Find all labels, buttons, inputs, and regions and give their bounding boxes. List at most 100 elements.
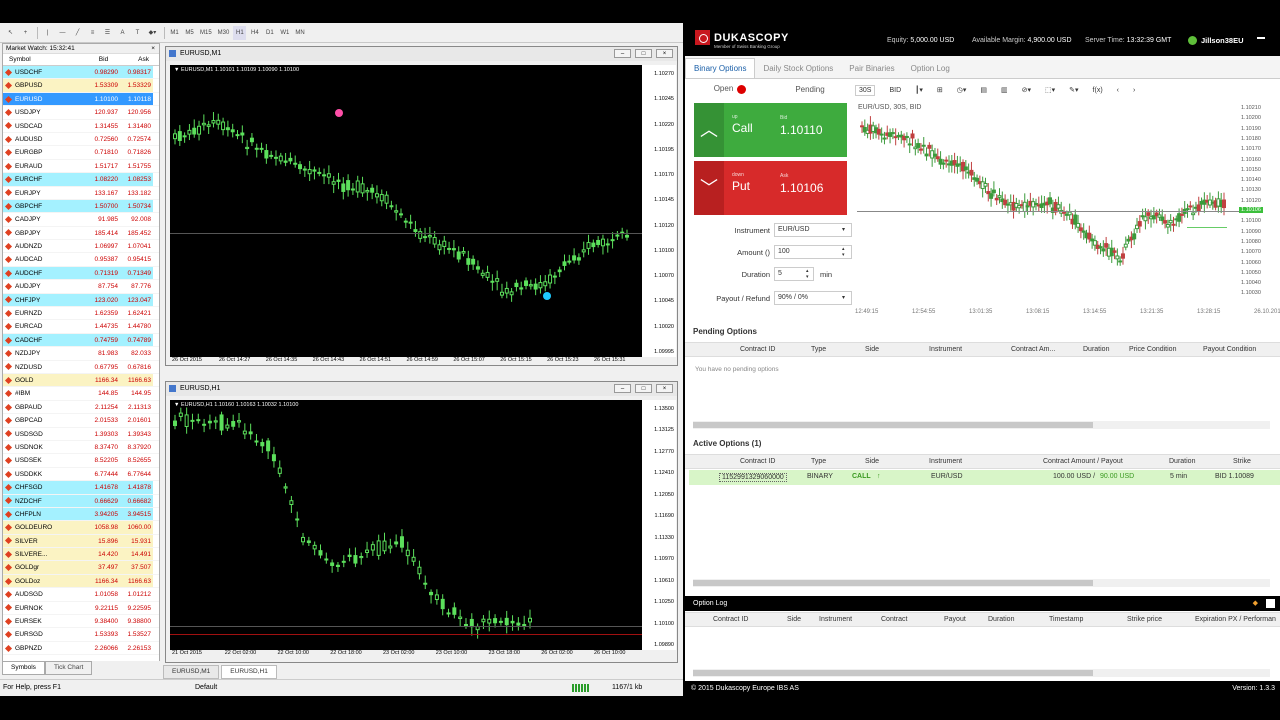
list-item[interactable]: EURSEK 9.38400 9.38800 [3, 615, 159, 629]
list-item[interactable]: GOLD 1166.34 1166.63 [3, 373, 159, 388]
block-icon[interactable]: ⊘▾ [1022, 86, 1031, 94]
column-header[interactable]: Instrument [929, 346, 962, 353]
list-item[interactable]: GOLDoz 1166.34 1166.63 [3, 574, 159, 589]
clock-icon[interactable]: ◷▾ [957, 86, 967, 94]
label-icon[interactable]: T [131, 26, 144, 40]
list-item[interactable]: CADCHF 0.74759 0.74789 [3, 333, 159, 348]
amount-input[interactable]: 100 [774, 245, 852, 259]
table-row[interactable]: 1152991329060000 BINARY CALL ↑ EUR/USD 1… [689, 470, 1280, 485]
maximize-icon[interactable]: □ [635, 384, 652, 393]
subtab-open[interactable]: Open [690, 84, 770, 94]
side-select[interactable]: BID [889, 87, 901, 94]
maximize-icon[interactable] [1266, 599, 1275, 608]
list-item[interactable]: USDCAD 1.31455 1.31480 [3, 120, 159, 133]
list-item[interactable]: AUDSGD 1.01058 1.01212 [3, 588, 159, 602]
list-item[interactable]: AUDUSD 0.72560 0.72574 [3, 133, 159, 147]
tab-daily-stock-options[interactable]: Daily Stock Options [755, 59, 841, 78]
candle-icon[interactable]: ┃▾ [915, 86, 923, 94]
scrollbar[interactable] [693, 579, 1270, 587]
scrollbar[interactable] [693, 669, 1270, 677]
stepper-icon[interactable]: ▴ ▾ [806, 268, 809, 280]
list-item[interactable]: EURAUD 1.51717 1.51755 [3, 160, 159, 174]
list-item[interactable]: CADJPY 91.985 92.008 [3, 213, 159, 227]
column-header[interactable]: Type [811, 458, 826, 465]
column-header[interactable]: Duration [1169, 458, 1195, 465]
list-item[interactable]: USDNOK 8.37470 8.37920 [3, 441, 159, 455]
list-item[interactable]: EURCHF 1.08220 1.08253 [3, 173, 159, 187]
column-header[interactable]: Side [787, 616, 801, 623]
list-item[interactable]: GOLDgr 37.497 37.507 [3, 561, 159, 575]
tf-m5[interactable]: M5 [183, 26, 196, 40]
column-header[interactable]: Payout Condition [1203, 346, 1256, 353]
tf-d1[interactable]: D1 [263, 26, 276, 40]
list-item[interactable]: SILVERE... 14.420 14.491 [3, 548, 159, 562]
column-header[interactable]: Contract ID [740, 346, 775, 353]
list-item[interactable]: EURJPY 133.167 133.182 [3, 187, 159, 200]
column-header[interactable]: Side [865, 458, 879, 465]
crosshair-icon[interactable]: + [19, 26, 32, 40]
list-item[interactable]: CHFSGD 1.41678 1.41878 [3, 481, 159, 495]
instrument-select[interactable]: EUR/USD [774, 223, 852, 237]
list-item[interactable]: AUDNZD 1.06997 1.07041 [3, 240, 159, 254]
tf-m30[interactable]: M30 [216, 26, 232, 40]
arrow-right-icon[interactable]: › [1133, 87, 1135, 94]
list-item[interactable]: AUDJPY 87.754 87.776 [3, 280, 159, 294]
column-header[interactable]: Contract [881, 616, 907, 623]
horizontal-line-icon[interactable]: — [56, 26, 69, 40]
put-button[interactable]: ﹀ down Put Ask 1.10106 [694, 161, 847, 215]
list-item[interactable]: GBPAUD 2.11254 2.11313 [3, 401, 159, 415]
list-item[interactable]: GOLDEURO 1058.98 1060.00 [3, 521, 159, 535]
add-indicator-icon[interactable]: ⊞ [937, 86, 943, 94]
column-header[interactable]: Strike price [1127, 616, 1162, 623]
user-menu[interactable]: Jillson38EU [1188, 36, 1244, 45]
list-item[interactable]: USDSGD 1.39303 1.39343 [3, 428, 159, 441]
pen-icon[interactable]: ✎▾ [1069, 86, 1078, 94]
list-item[interactable]: NZDCHF 0.66629 0.66682 [3, 494, 159, 508]
column-header[interactable]: Contract ID [713, 616, 748, 623]
chart-tab-h1[interactable]: EURUSD,H1 [221, 665, 277, 679]
minimize-icon[interactable]: – [614, 49, 631, 58]
tab-pair-binaries[interactable]: Pair Binaries [841, 59, 902, 78]
close-icon[interactable]: × [656, 49, 673, 58]
col-bid[interactable]: Bid [87, 54, 120, 65]
column-header[interactable]: Type [811, 346, 826, 353]
zoom-icon[interactable]: ⬚▾ [1045, 86, 1055, 94]
tab-symbols[interactable]: Symbols [2, 661, 45, 675]
stepper-icon[interactable]: ▴ ▾ [842, 246, 845, 258]
list-item[interactable]: #IBM 144.85 144.95 [3, 387, 159, 401]
minimize-icon[interactable]: – [614, 384, 631, 393]
list-item[interactable]: GBPJPY 185.414 185.452 [3, 227, 159, 241]
column-header[interactable]: Contract ID [740, 458, 775, 465]
chart-tab-m1[interactable]: EURUSD,M1 [163, 665, 220, 679]
list-item[interactable]: GBPCAD 2.01533 2.01601 [3, 414, 159, 428]
list-item[interactable]: NZDUSD 0.67795 0.67816 [3, 361, 159, 374]
list-item[interactable]: USDCHF 0.98290 0.98317 [3, 66, 159, 80]
list-item[interactable]: EURSGD 1.53393 1.53527 [3, 628, 159, 642]
list-item[interactable]: CHFJPY 123.020 123.047 [3, 293, 159, 308]
price-chart-30s[interactable]: EUR/USD, 30S, BID [857, 103, 1239, 303]
tab-option-log[interactable]: Option Log [903, 59, 958, 78]
channel-icon[interactable]: ≡ [86, 26, 99, 40]
column-header[interactable]: Expiration PX / Performan [1195, 616, 1276, 623]
list-item[interactable]: EURCAD 1.44735 1.44780 [3, 320, 159, 334]
column-header[interactable]: Duration [988, 616, 1014, 623]
list-item[interactable]: CHFPLN 3.94205 3.94515 [3, 507, 159, 522]
list-item[interactable]: AUDCAD 0.95387 0.95415 [3, 253, 159, 267]
pin-icon[interactable]: ◆ [1253, 596, 1258, 611]
tf-w1[interactable]: W1 [278, 26, 291, 40]
list-item[interactable]: EURGBP 0.71810 0.71826 [3, 146, 159, 160]
bars-icon[interactable]: ▥ [1001, 86, 1008, 94]
col-symbol[interactable]: Symbol [3, 54, 87, 65]
list-item[interactable]: EURNOK 9.22115 9.22595 [3, 602, 159, 616]
price-chart-h1[interactable]: ▼ EURUSD,H1 1.10160 1.10163 1.10032 1.10… [170, 400, 642, 650]
call-button[interactable]: ︿ up Call Bid 1.10110 [694, 103, 847, 157]
period-select[interactable]: 30S [855, 84, 876, 96]
tf-mn[interactable]: MN [293, 26, 306, 40]
list-item[interactable]: NZDJPY 81.983 82.033 [3, 347, 159, 361]
column-header[interactable]: Instrument [929, 458, 962, 465]
cursor-icon[interactable]: ↖ [4, 26, 17, 40]
scrollbar[interactable] [693, 421, 1270, 429]
menu-icon[interactable] [1257, 37, 1265, 39]
tf-m1[interactable]: M1 [168, 26, 181, 40]
arrow-left-icon[interactable]: ‹ [1117, 87, 1119, 94]
